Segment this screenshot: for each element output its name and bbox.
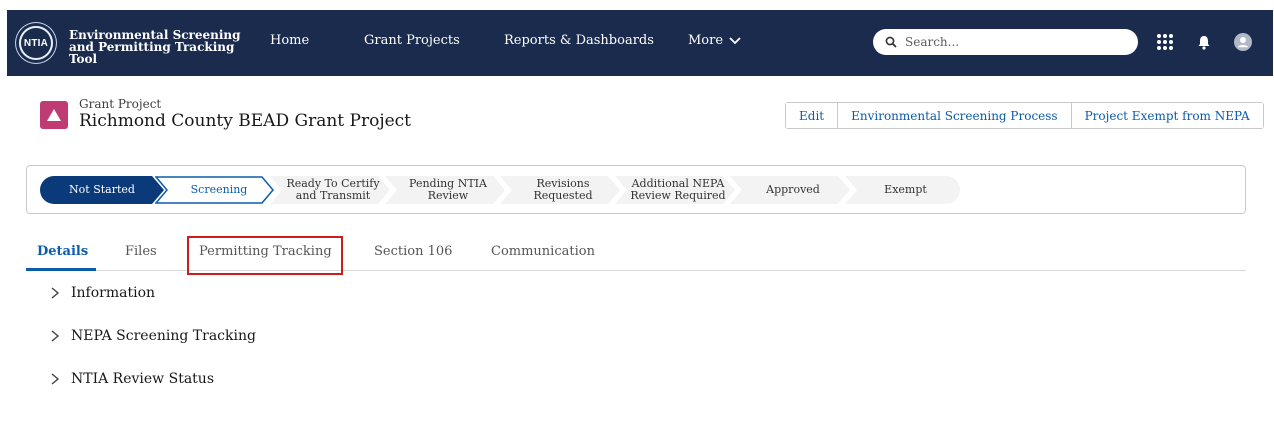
chevron-right-icon <box>51 373 60 385</box>
active-tab-indicator <box>26 268 96 271</box>
path-step-label: Exempt <box>884 183 927 196</box>
nav-more[interactable]: More <box>688 33 741 48</box>
section-information[interactable]: Information <box>50 285 155 301</box>
tab-communication[interactable]: Communication <box>491 244 595 259</box>
path-step-not-started[interactable]: Not Started <box>40 176 164 204</box>
path-step-label: Pending NTIA Review <box>409 177 487 202</box>
nav-more-label: More <box>688 33 724 48</box>
app-launcher-icon[interactable] <box>1154 31 1176 53</box>
environmental-screening-process-button[interactable]: Environmental Screening Process <box>838 103 1072 128</box>
chevron-right-icon <box>51 287 60 299</box>
section-title: NEPA Screening Tracking <box>71 328 256 344</box>
section-title: NTIA Review Status <box>71 371 215 387</box>
path-step-revisions-requested[interactable]: Revisions Requested <box>500 176 620 204</box>
record-actions: Edit Environmental Screening Process Pro… <box>785 102 1264 129</box>
nav-grant-projects[interactable]: Grant Projects <box>364 33 460 48</box>
tab-details[interactable]: Details <box>37 244 88 259</box>
tab-files[interactable]: Files <box>125 244 157 259</box>
path-step-approved[interactable]: Approved <box>730 176 850 204</box>
section-ntia-review-status[interactable]: NTIA Review Status <box>50 371 214 387</box>
ntia-logo[interactable]: NTIA <box>19 26 53 60</box>
path-step-label: Additional NEPA Review Required <box>630 177 726 202</box>
app-name[interactable]: Environmental Screening and Permitting T… <box>69 29 249 65</box>
path-step-label: Not Started <box>69 183 135 196</box>
path-step-pending-ntia-review[interactable]: Pending NTIA Review <box>385 176 505 204</box>
path-step-label: Screening <box>190 183 248 196</box>
tab-section-106[interactable]: Section 106 <box>374 244 452 259</box>
search-input[interactable] <box>905 35 1105 49</box>
search-icon <box>885 36 897 48</box>
global-header: NTIA Environmental Screening and Permitt… <box>7 10 1273 76</box>
path-step-exempt[interactable]: Exempt <box>845 176 960 204</box>
path-step-additional-nepa-review[interactable]: Additional NEPA Review Required <box>615 176 735 204</box>
path-step-screening[interactable]: Screening <box>155 176 275 204</box>
path-step-label: Ready To Certify and Transmit <box>286 177 380 202</box>
path-step-ready-to-certify[interactable]: Ready To Certify and Transmit <box>270 176 390 204</box>
section-title: Information <box>71 285 156 301</box>
nav-home[interactable]: Home <box>270 33 309 48</box>
logo-text: NTIA <box>23 37 49 49</box>
grant-project-icon <box>40 101 68 129</box>
nav-reports-dashboards[interactable]: Reports & Dashboards <box>504 33 654 48</box>
highlight-box <box>187 236 343 275</box>
user-avatar-icon[interactable] <box>1232 31 1254 53</box>
record-type-label: Grant Project <box>79 97 162 111</box>
project-exempt-from-nepa-button[interactable]: Project Exempt from NEPA <box>1071 103 1263 128</box>
edit-button[interactable]: Edit <box>786 103 839 128</box>
bell-icon[interactable] <box>1193 31 1215 53</box>
path-step-label: Approved <box>766 183 820 196</box>
path-step-label: Revisions Requested <box>533 177 593 202</box>
global-search[interactable] <box>873 29 1138 55</box>
section-nepa-screening-tracking[interactable]: NEPA Screening Tracking <box>50 328 256 344</box>
record-title: Richmond County BEAD Grant Project <box>79 111 411 131</box>
chevron-down-icon <box>729 36 741 44</box>
chevron-right-icon <box>51 330 60 342</box>
